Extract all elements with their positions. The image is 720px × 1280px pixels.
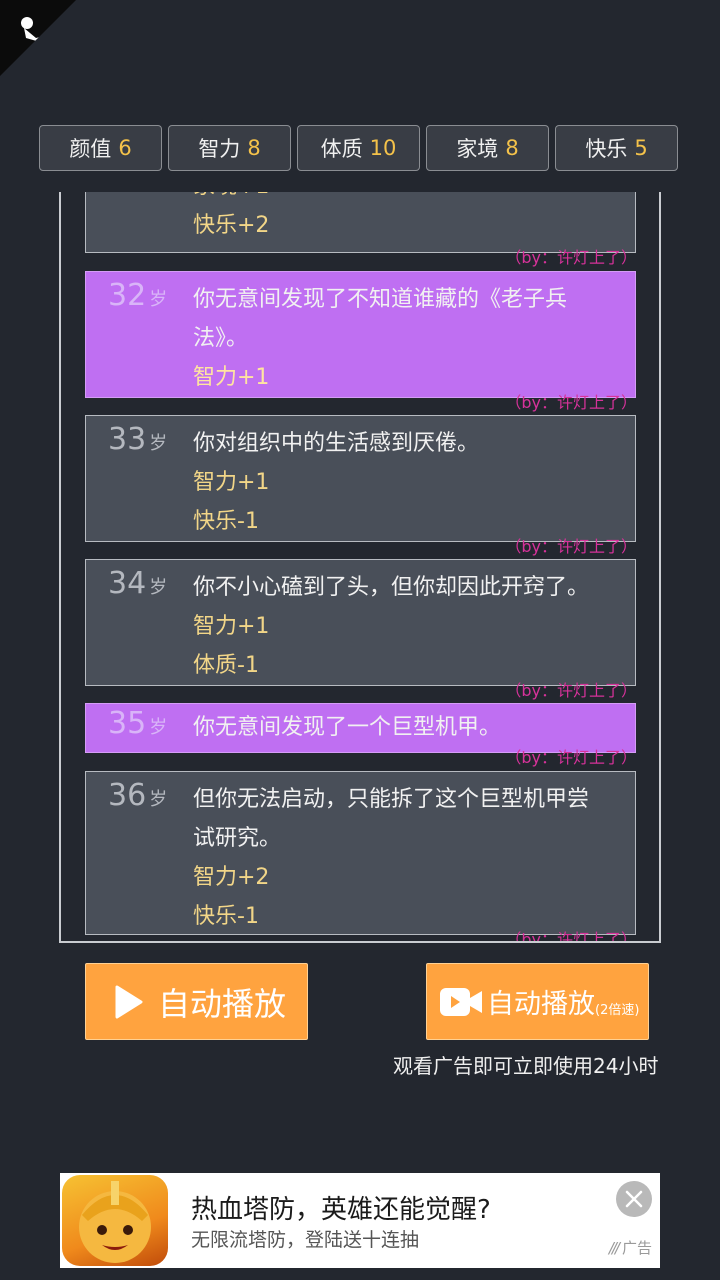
stat-label: 体质 [320, 137, 363, 161]
entry-text: 你无意间发现了不知道谁藏的《老子兵 [193, 287, 568, 312]
entry-author: （by：许灯上了） [505, 748, 637, 767]
autoplay-button[interactable]: 自动播放 [85, 963, 308, 1040]
entry-age: 32 岁 [108, 278, 168, 313]
stat-appearance[interactable]: 颜值 6 [39, 125, 162, 171]
entry-attribute: 智力+2 [193, 865, 270, 890]
stat-value: 8 [505, 136, 519, 160]
stat-label: 颜值 [69, 137, 112, 161]
autoplay-label: 自动播放 [158, 984, 287, 1023]
ad-tag: ///广告 [608, 1239, 652, 1257]
log-entry-highlight: 32 岁 你无意间发现了不知道谁藏的《老子兵 法》。 智力+1 （by：许灯上了） [85, 271, 637, 412]
stat-label: 快乐 [585, 137, 628, 161]
entry-text: 你无意间发现了一个巨型机甲。 [193, 715, 502, 740]
autoplay-fast-label: 自动播放 [487, 989, 595, 1020]
video-camera-icon [440, 987, 482, 1016]
entry-attribute: 智力+1 [193, 470, 270, 495]
autoplay-fast-button[interactable]: 自动播放 (2倍速) [426, 963, 649, 1040]
ad-subtitle[interactable]: 无限流塔防，登陆送十连抽 [191, 1225, 419, 1252]
entry-text: 你不小心磕到了头，但你却因此开窍了。 [193, 575, 590, 600]
entry-attribute: 快乐+2 [193, 213, 270, 238]
entry-text: 你对组织中的生活感到厌倦。 [193, 431, 480, 456]
stat-value: 8 [247, 136, 261, 160]
entry-age: 35 岁 [108, 706, 168, 741]
entry-author: （by：许灯上了） [505, 248, 637, 267]
stat-label: 智力 [198, 137, 241, 161]
stat-intelligence[interactable]: 智力 8 [168, 125, 291, 171]
entry-author: （by：许灯上了） [505, 930, 637, 943]
play-icon [115, 985, 143, 1018]
speed-label: (2倍速) [595, 1003, 640, 1018]
log-entry-highlight: 35 岁 你无意间发现了一个巨型机甲。 （by：许灯上了） [85, 703, 637, 767]
corner-figure-icon [21, 17, 44, 42]
ad-banner[interactable]: 热血塔防，英雄还能觉醒? 无限流塔防，登陆送十连抽 ///广告 [60, 1173, 660, 1268]
stat-value: 10 [369, 136, 397, 160]
ad-close-button[interactable] [616, 1181, 652, 1217]
stat-label: 家境 [456, 137, 499, 161]
log-entry: 34 岁 你不小心磕到了头，但你却因此开窍了。 智力+1 体质-1 （by：许灯上… [85, 559, 637, 700]
entry-text: 试研究。 [193, 826, 282, 851]
entry-attribute: 家境+1 [193, 192, 625, 206]
entry-age: 36 岁 [108, 778, 168, 813]
stat-family[interactable]: 家境 8 [426, 125, 549, 171]
corner-badge[interactable] [0, 0, 76, 76]
log-entry: 36 岁 但你无法启动，只能拆了这个巨型机甲尝 试研究。 智力+2 快乐-1 （b… [85, 771, 637, 941]
log-entry: 家境+1 快乐+2 （by：许灯上了） [85, 192, 637, 267]
stat-value: 6 [118, 136, 132, 160]
stat-value: 5 [634, 136, 648, 160]
entry-attribute: 智力+1 [193, 614, 270, 639]
life-log[interactable]: 家境+1 快乐+2 （by：许灯上了） 32岁 你无意间发现了不知道谁藏的《老子… [59, 192, 661, 943]
log-entry: 33 岁 你对组织中的生活感到厌倦。 智力+1 快乐-1 （by：许灯上了） [85, 415, 637, 556]
entry-text: 法》。 [193, 326, 249, 351]
entry-age: 33 岁 [108, 422, 168, 457]
attribute-bar: 颜值 6 智力 8 体质 10 家境 8 快乐 5 [39, 125, 678, 171]
entry-author: （by：许灯上了） [505, 681, 637, 700]
entry-text: 但你无法启动，只能拆了这个巨型机甲尝 [193, 787, 590, 812]
ad-title[interactable]: 热血塔防，英雄还能觉醒? [191, 1189, 491, 1226]
entry-age: 34 岁 [108, 566, 168, 601]
entry-author: （by：许灯上了） [505, 537, 637, 556]
ad-app-logo[interactable] [62, 1175, 168, 1266]
stat-happiness[interactable]: 快乐 5 [555, 125, 678, 171]
ad-hint-text: 观看广告即可立即使用24小时 [393, 1054, 659, 1078]
stat-constitution[interactable]: 体质 10 [297, 125, 420, 171]
close-icon [625, 1190, 643, 1208]
entry-author: （by：许灯上了） [505, 393, 637, 412]
